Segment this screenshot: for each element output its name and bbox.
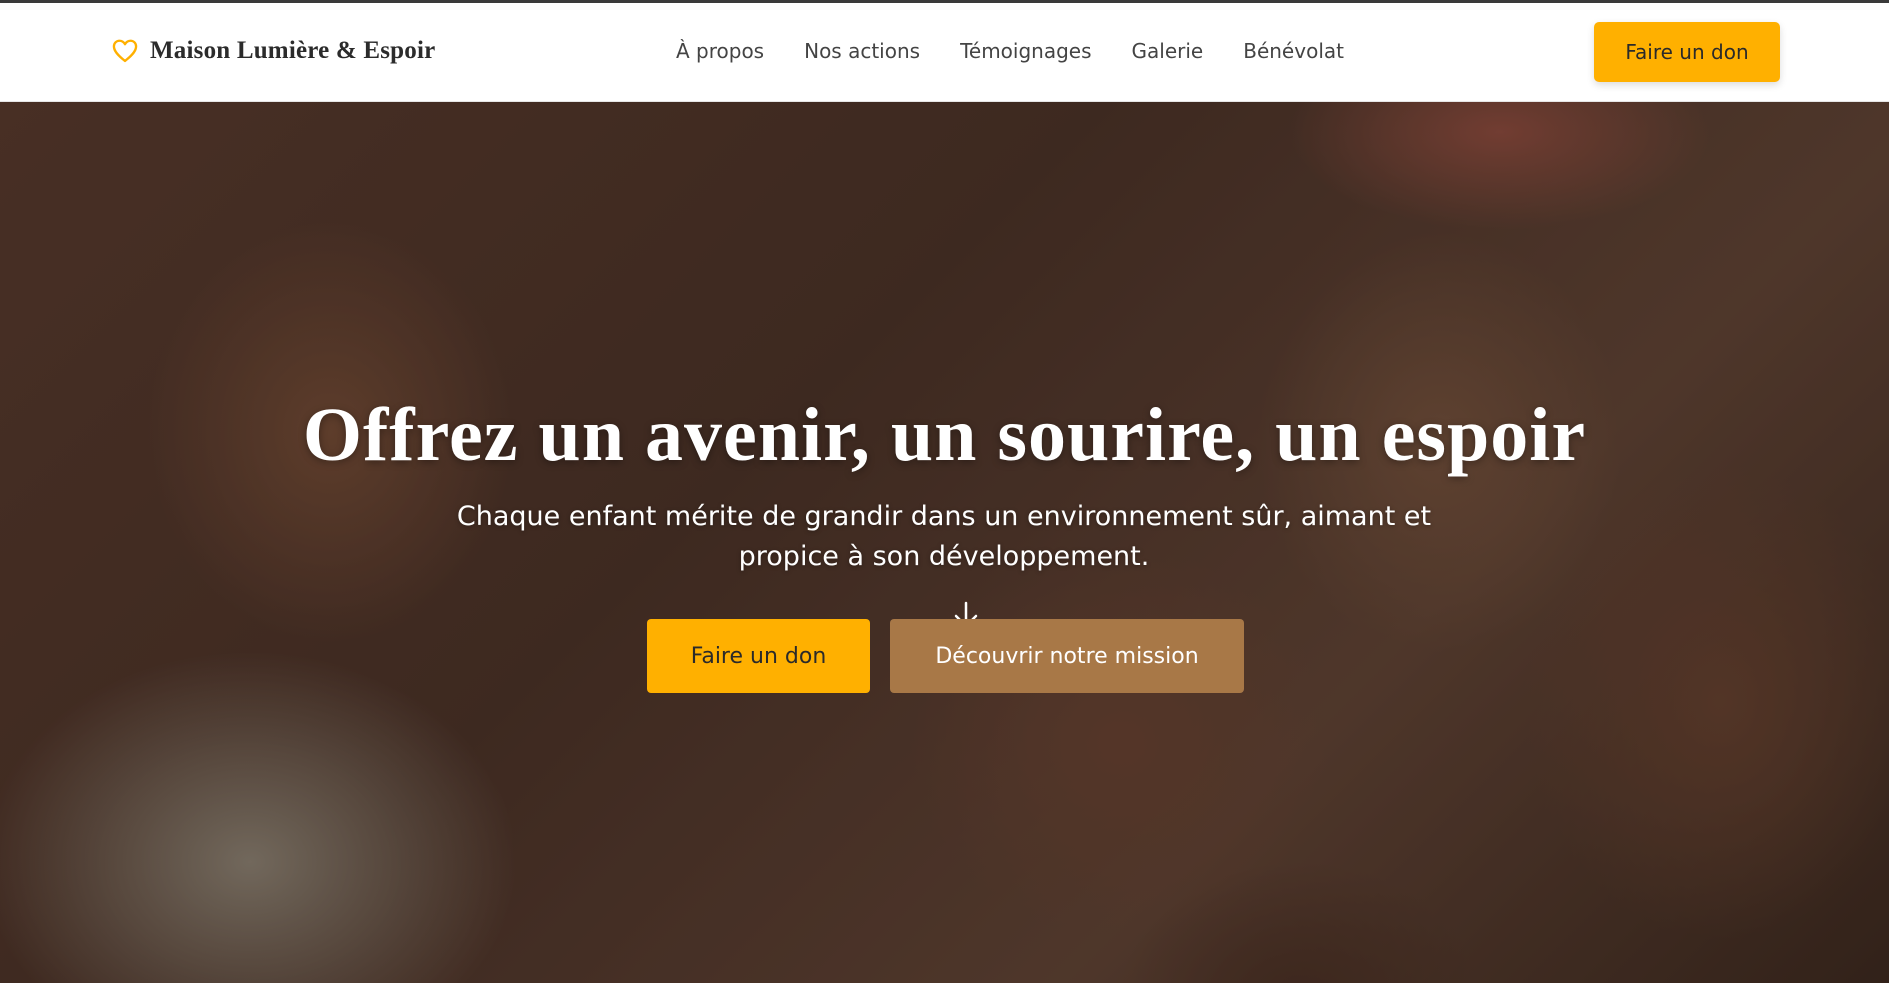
heart-outline-icon [112, 39, 138, 63]
nav-link-temoignages[interactable]: Témoignages [960, 39, 1091, 63]
hero-subtitle: Chaque enfant mérite de grandir dans un … [456, 501, 1432, 572]
hero-donate-button[interactable]: Faire un don [647, 619, 870, 693]
nav-link-galerie[interactable]: Galerie [1132, 39, 1204, 63]
hero-actions: Faire un don Découvrir notre mission [647, 619, 1244, 693]
main-nav: À propos Nos actions Témoignages Galerie… [676, 39, 1384, 63]
nav-donate-button[interactable]: Faire un don [1594, 22, 1780, 82]
hero-title: Offrez un avenir, un sourire, un espoir [302, 393, 1587, 477]
navbar: Maison Lumière & Espoir À propos Nos act… [0, 3, 1889, 102]
nav-link-benevolat[interactable]: Bénévolat [1243, 39, 1344, 63]
brand-name: Maison Lumière & Espoir [150, 37, 436, 64]
nav-link-a-propos[interactable]: À propos [676, 39, 764, 63]
hero-section: Offrez un avenir, un sourire, un espoir … [0, 102, 1889, 983]
brand-logo[interactable]: Maison Lumière & Espoir [110, 37, 435, 65]
discover-mission-button[interactable]: Découvrir notre mission [890, 619, 1244, 693]
nav-link-nos-actions[interactable]: Nos actions [804, 39, 920, 63]
